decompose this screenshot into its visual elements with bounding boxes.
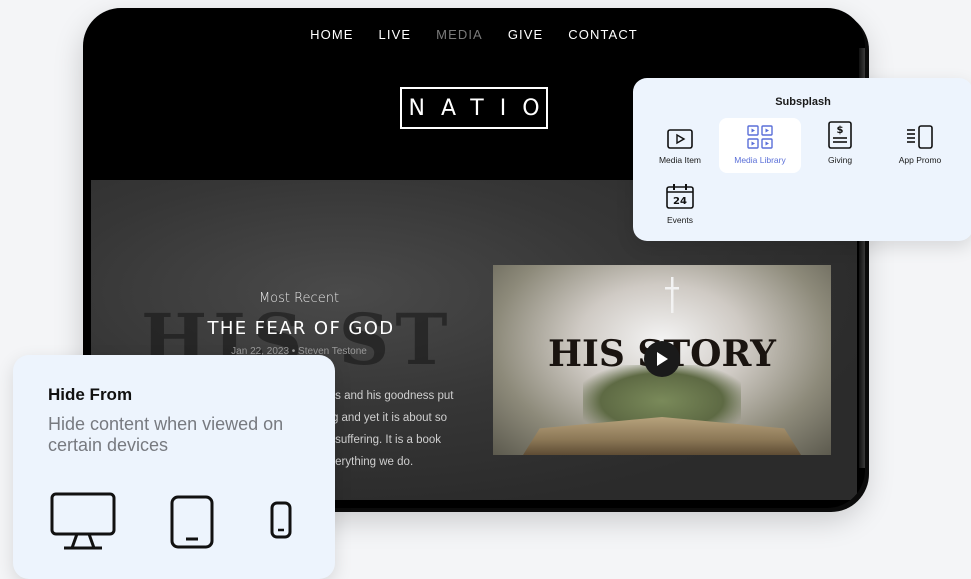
hero-description-line: ess and his goodness put xyxy=(323,390,454,402)
app-promo-icon xyxy=(907,125,933,149)
hero-description: ess and his goodness put ing and yet it … xyxy=(323,385,483,473)
block-media-library[interactable]: Media Library xyxy=(719,118,801,173)
hide-from-description: Hide content when viewed on certain devi… xyxy=(48,414,284,455)
block-label: Media Library xyxy=(734,155,786,165)
block-label: App Promo xyxy=(898,155,942,165)
block-label: Events xyxy=(667,215,693,225)
nav-home[interactable]: HOME xyxy=(310,27,353,42)
hero-description-line: ing and yet it is about so xyxy=(323,412,448,424)
block-media-item[interactable]: Media Item xyxy=(639,118,721,173)
block-giving[interactable]: $ Giving xyxy=(799,118,881,173)
play-icon xyxy=(657,352,668,366)
play-button[interactable] xyxy=(644,341,680,377)
media-item-icon xyxy=(667,129,693,149)
giving-icon: $ xyxy=(828,121,852,149)
hide-from-panel: Hide From Hide content when viewed on ce… xyxy=(13,355,335,579)
hero-title[interactable]: THE FEAR OF GOD xyxy=(171,318,431,339)
video-book xyxy=(523,417,801,455)
site-logo[interactable]: NATIO xyxy=(400,87,548,129)
events-icon-text: 24 xyxy=(673,196,687,207)
nav-contact[interactable]: CONTACT xyxy=(568,27,638,42)
block-app-promo[interactable]: App Promo xyxy=(879,118,961,173)
block-label: Giving xyxy=(827,155,853,165)
block-label: Media Item xyxy=(658,155,702,165)
nav-give[interactable]: GIVE xyxy=(508,27,543,42)
block-events[interactable]: 24 Events xyxy=(639,178,721,233)
nav-live[interactable]: LIVE xyxy=(379,27,412,42)
media-library-icon xyxy=(747,125,773,149)
hero-description-line: everything we do. xyxy=(323,456,414,468)
video-thumbnail[interactable]: HIS STORY xyxy=(493,265,831,455)
nav-media[interactable]: MEDIA xyxy=(436,27,483,42)
hero-eyebrow: Most Recent xyxy=(258,291,340,306)
cross-icon xyxy=(665,277,679,313)
subsplash-title: Subsplash xyxy=(775,96,831,108)
svg-text:$: $ xyxy=(837,125,844,136)
desktop-icon[interactable] xyxy=(50,492,116,552)
hero-description-line: in suffering. It is a book xyxy=(323,434,442,446)
events-icon: 24 xyxy=(666,184,694,209)
site-nav: HOME LIVE MEDIA GIVE CONTACT xyxy=(83,27,865,42)
hide-from-title: Hide From xyxy=(48,385,133,404)
phone-icon[interactable] xyxy=(270,501,292,539)
tablet-icon[interactable] xyxy=(170,495,214,549)
subsplash-panel: Subsplash Media Item Media Library $ Giv… xyxy=(633,78,971,241)
